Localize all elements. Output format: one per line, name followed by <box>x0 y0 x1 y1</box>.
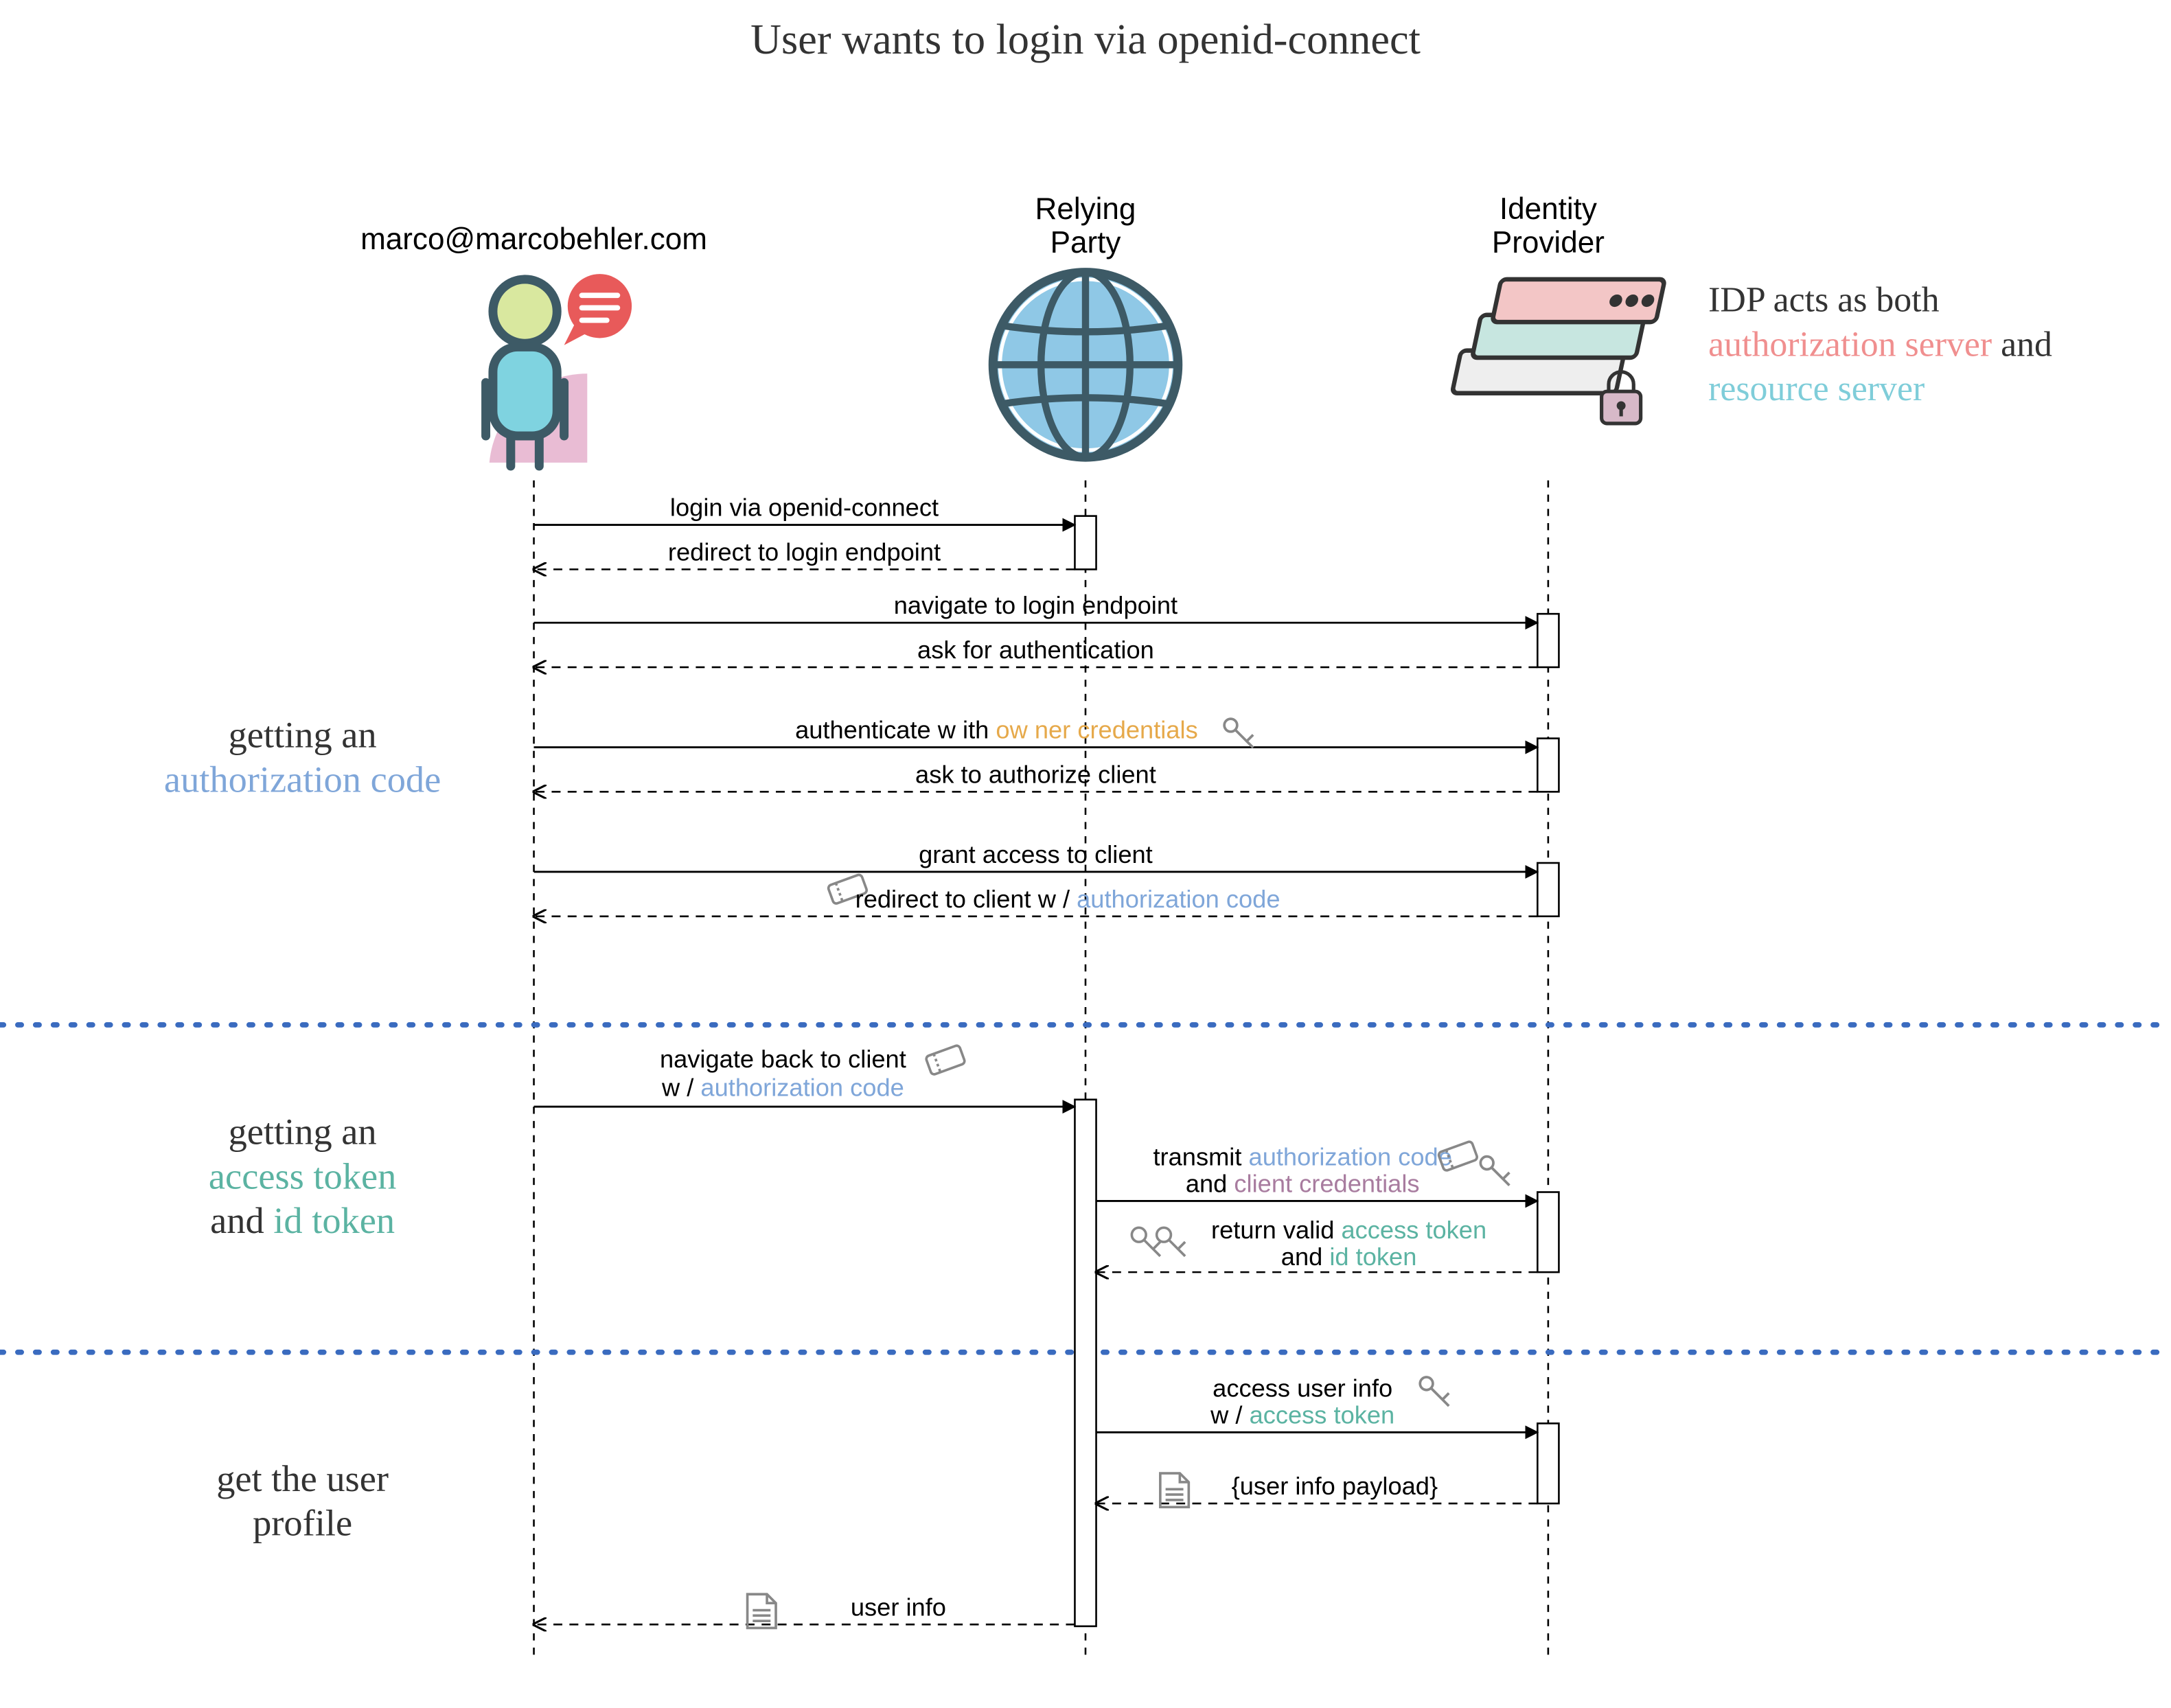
msg-navigate-back-2: w / authorization code <box>661 1074 904 1102</box>
key-icon <box>1480 1157 1509 1186</box>
msg-navigate: navigate to login endpoint <box>894 591 1178 619</box>
speech-bubble-icon <box>564 274 632 345</box>
msg-access-1: access user info <box>1213 1374 1392 1403</box>
svg-text:authorization server and: authorization server and <box>1708 325 2052 364</box>
msg-navigate-back-1: navigate back to client <box>660 1045 906 1073</box>
idp-callout-and: and <box>1992 325 2052 364</box>
svg-text:profile: profile <box>253 1503 352 1544</box>
activation-box <box>1537 863 1559 916</box>
msg-access-2: w / access token <box>1210 1400 1394 1429</box>
participant-user-label: marco@marcobehler.com <box>360 222 707 256</box>
idp-callout-resource: resource server <box>1708 369 1925 408</box>
svg-text:get the user: get the user <box>216 1458 389 1499</box>
key-icon <box>1224 719 1253 748</box>
idp-callout-line1: IDP acts as both <box>1708 281 1939 320</box>
activation-box <box>1537 1423 1559 1503</box>
globe-icon <box>993 273 1178 458</box>
msg-return-2: and id token <box>1281 1243 1417 1271</box>
document-icon <box>748 1594 776 1628</box>
msg-grant: grant access to client <box>919 840 1153 868</box>
msg-authenticate: authenticate w ith ow ner credentials <box>795 716 1198 744</box>
idp-callout-authz: authorization server <box>1708 325 1992 364</box>
idp-callout: IDP acts as both authorization server an… <box>1708 281 2052 409</box>
msg-redirect-code: redirect to client w / authorization cod… <box>855 885 1280 913</box>
msg-ask-auth: ask for authentication <box>917 636 1154 664</box>
svg-text:authorization code: authorization code <box>164 759 441 800</box>
activation-box <box>1537 1192 1559 1273</box>
section-caption-tokens: getting an access token and id token <box>209 1111 396 1242</box>
activation-box <box>1075 1100 1096 1626</box>
user-icon <box>486 274 632 466</box>
section-caption-authz: getting an authorization code <box>164 715 441 800</box>
msg-login: login via openid-connect <box>670 494 939 522</box>
activation-box <box>1537 614 1559 667</box>
document-icon <box>1160 1473 1188 1507</box>
msg-ask-authorize: ask to authorize client <box>915 760 1156 788</box>
section-caption-profile: get the user profile <box>216 1458 389 1544</box>
keys-icon <box>1132 1227 1185 1256</box>
activation-box <box>1537 739 1559 792</box>
msg-redirect: redirect to login endpoint <box>668 538 941 566</box>
activation-box <box>1075 516 1096 570</box>
msg-payload: {user info payload} <box>1232 1472 1438 1500</box>
ticket-icon <box>926 1045 965 1076</box>
svg-text:and id token: and id token <box>210 1200 395 1241</box>
svg-text:access token: access token <box>209 1155 396 1197</box>
msg-userinfo: user info <box>851 1593 946 1621</box>
msg-transmit-2: and client credentials <box>1186 1170 1420 1198</box>
participant-rp-label-2: Party <box>1050 226 1121 259</box>
key-icon <box>1420 1377 1449 1406</box>
msg-return-1: return valid access token <box>1211 1216 1486 1244</box>
server-stack-icon <box>1452 279 1665 424</box>
diagram-title: User wants to login via openid-connect <box>750 16 1421 63</box>
participant-idp-label-2: Provider <box>1492 226 1605 259</box>
svg-text:getting an: getting an <box>229 1111 377 1153</box>
participant-rp-label-1: Relying <box>1035 192 1136 226</box>
svg-text:getting an: getting an <box>229 715 377 756</box>
participant-idp-label-1: Identity <box>1500 192 1597 226</box>
msg-transmit-1: transmit authorization code <box>1153 1143 1451 1171</box>
